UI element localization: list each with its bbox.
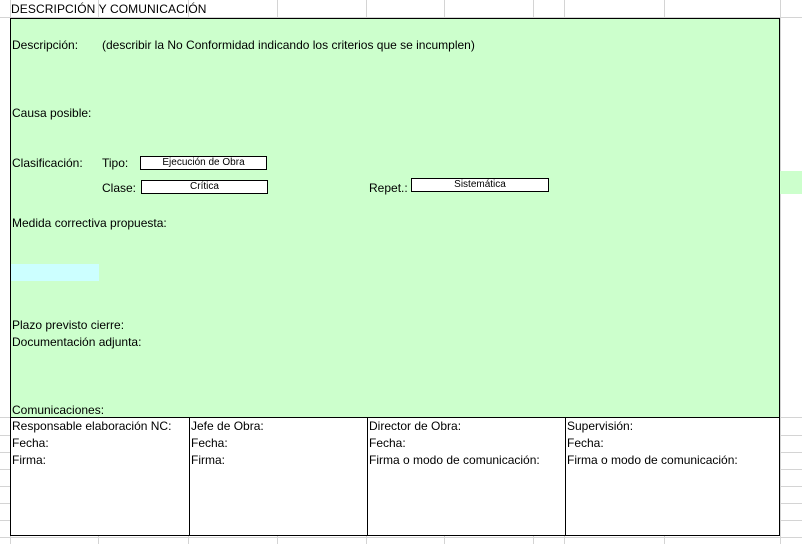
section-title: DESCRIPCIÓN Y COMUNICACIÓN (11, 2, 207, 16)
selected-cell[interactable] (11, 264, 99, 281)
signature-col-supervision: Supervisión: Fecha: Firma o modo de comu… (565, 418, 779, 535)
repet-field[interactable]: Sistemática (411, 178, 549, 192)
signature-role: Director de Obra: (369, 419, 462, 433)
clasificacion-label: Clasificación: (12, 156, 83, 170)
signature-firma: Firma: (12, 453, 46, 467)
signature-col-responsable: Responsable elaboración NC: Fecha: Firma… (11, 418, 189, 535)
signature-fecha: Fecha: (12, 436, 49, 450)
clase-label: Clase: (102, 181, 137, 195)
signature-role: Jefe de Obra: (191, 419, 264, 433)
plazo-label: Plazo previsto cierre: (12, 318, 125, 332)
signature-firma: Firma o modo de comunicación: (567, 453, 738, 467)
signature-role: Responsable elaboración NC: (12, 419, 172, 433)
row-highlight (780, 171, 802, 194)
signature-col-jefe: Jefe de Obra: Fecha: Firma: (189, 418, 367, 535)
signature-fecha: Fecha: (567, 436, 604, 450)
causa-label: Causa posible: (12, 106, 92, 120)
tipo-field[interactable]: Ejecución de Obra (140, 156, 267, 170)
documentacion-label: Documentación adjunta: (12, 335, 142, 349)
signature-firma: Firma o modo de comunicación: (369, 453, 540, 467)
signature-role: Supervisión: (567, 419, 634, 433)
tipo-label: Tipo: (102, 156, 129, 170)
descripcion-label: Descripción: (12, 38, 79, 52)
descripcion-hint: (describir la No Conformidad indicando l… (102, 38, 475, 52)
signature-fecha: Fecha: (191, 436, 228, 450)
medida-label: Medida correctiva propuesta: (12, 216, 167, 230)
signature-col-director: Director de Obra: Fecha: Firma o modo de… (367, 418, 565, 535)
repet-label: Repet.: (369, 181, 408, 195)
signatures-table: Responsable elaboración NC: Fecha: Firma… (10, 417, 780, 536)
signature-firma: Firma: (191, 453, 225, 467)
signature-fecha: Fecha: (369, 436, 406, 450)
clase-field[interactable]: Crítica (141, 180, 268, 194)
comunicaciones-label: Comunicaciones: (12, 403, 105, 417)
